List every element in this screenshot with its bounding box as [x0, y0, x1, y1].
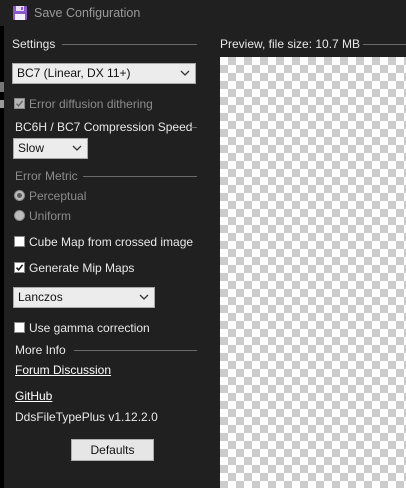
error-metric-group-line	[83, 176, 197, 177]
more-info-group-title: More Info	[15, 343, 66, 357]
error-metric-group-title: Error Metric	[15, 169, 78, 183]
settings-group-line	[62, 44, 197, 45]
gamma-correction-label: Use gamma correction	[29, 321, 150, 335]
uniform-radio[interactable]	[14, 210, 25, 221]
defaults-button[interactable]: Defaults	[71, 439, 154, 461]
window-title: Save Configuration	[34, 6, 141, 20]
cube-map-label: Cube Map from crossed image	[29, 235, 194, 249]
compression-speed-select-value: Slow	[18, 141, 45, 155]
title-bar: Save Configuration	[0, 0, 406, 28]
gamma-correction-checkbox[interactable]	[14, 322, 25, 333]
chevron-down-icon	[139, 294, 149, 300]
format-select[interactable]: BC7 (Linear, DX 11+)	[12, 63, 196, 84]
resample-filter-select-value: Lanczos	[18, 290, 63, 304]
github-link[interactable]: GitHub	[15, 389, 52, 403]
more-info-group-line	[74, 350, 197, 351]
error-diffusion-checkbox[interactable]	[14, 98, 25, 109]
format-select-value: BC7 (Linear, DX 11+)	[17, 66, 131, 80]
chevron-down-icon	[180, 70, 190, 76]
preview-title: Preview, file size: 10.7 MB	[220, 37, 361, 51]
chevron-down-icon	[72, 145, 82, 151]
compression-speed-group-title: BC6H / BC7 Compression Speed	[15, 120, 193, 134]
resample-filter-select[interactable]: Lanczos	[13, 287, 155, 308]
preview-canvas[interactable]	[220, 57, 406, 488]
preview-group-line	[363, 44, 406, 45]
settings-group-title: Settings	[12, 37, 56, 51]
compression-speed-select[interactable]: Slow	[13, 138, 88, 159]
mip-maps-label: Generate Mip Maps	[29, 261, 135, 275]
uniform-label: Uniform	[29, 209, 72, 223]
mip-maps-checkbox[interactable]	[14, 262, 25, 273]
checkmark-icon	[15, 264, 24, 271]
cube-map-checkbox[interactable]	[14, 236, 25, 247]
left-window-edge	[0, 26, 4, 488]
version-label: DdsFileTypePlus v1.12.2.0	[15, 410, 158, 424]
perceptual-label: Perceptual	[29, 189, 87, 203]
perceptual-radio[interactable]	[14, 190, 25, 201]
checkmark-icon	[15, 100, 24, 107]
error-diffusion-label: Error diffusion dithering	[29, 97, 153, 111]
floppy-disk-icon	[12, 5, 28, 21]
forum-discussion-link[interactable]: Forum Discussion	[15, 363, 111, 377]
compression-speed-group-line	[190, 127, 197, 128]
